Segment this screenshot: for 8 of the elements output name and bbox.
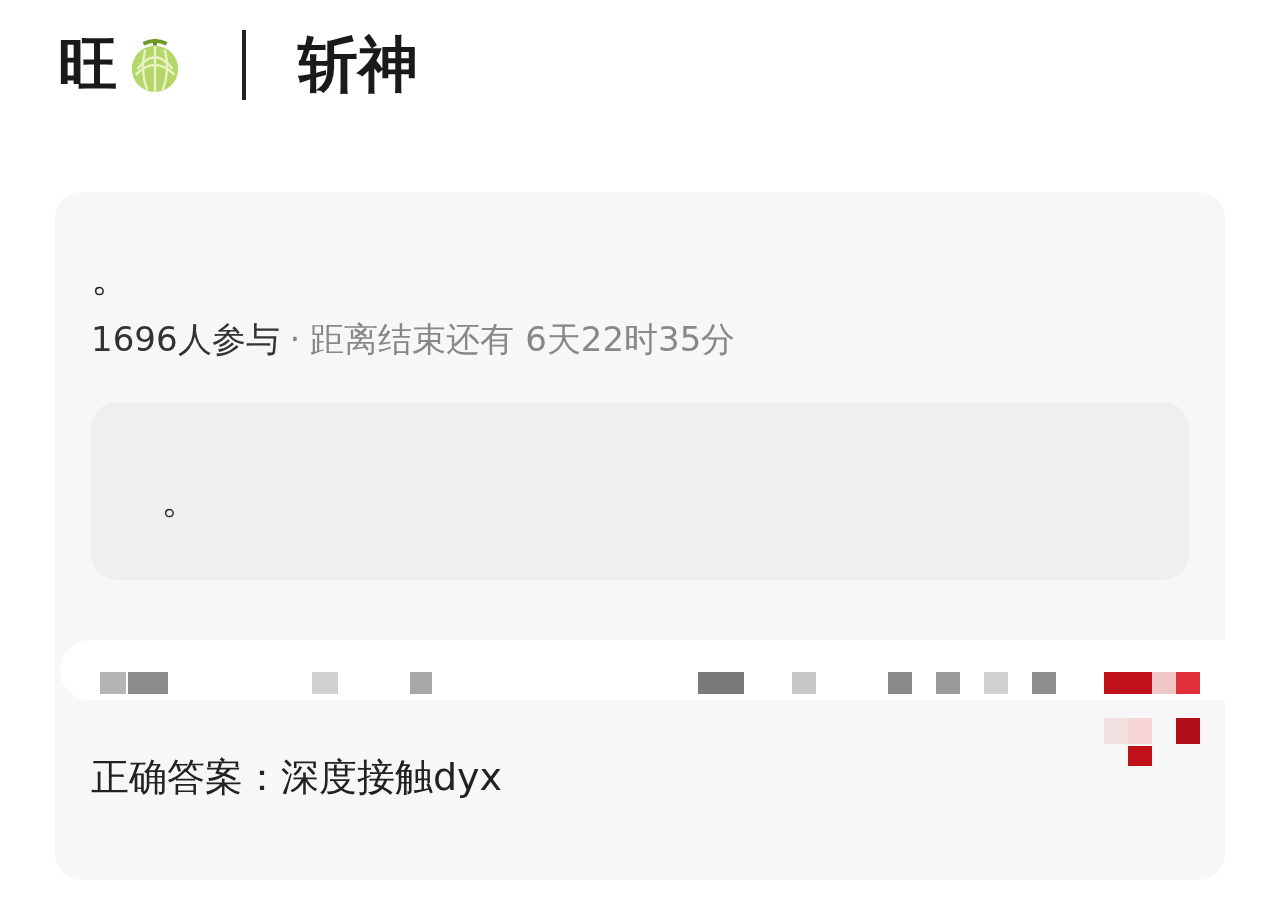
participant-count: 1696人参与	[91, 318, 280, 361]
countdown-text: 距离结束还有 6天22时35分	[310, 318, 736, 361]
separator-dot: ·	[289, 318, 301, 361]
question-text: 。	[91, 253, 132, 302]
topic-title: 斩神	[298, 27, 418, 101]
user-name: 旺	[58, 27, 118, 101]
option-button[interactable]: 。	[91, 402, 1189, 580]
correct-answer-text: 正确答案：深度接触dyx	[91, 754, 504, 801]
